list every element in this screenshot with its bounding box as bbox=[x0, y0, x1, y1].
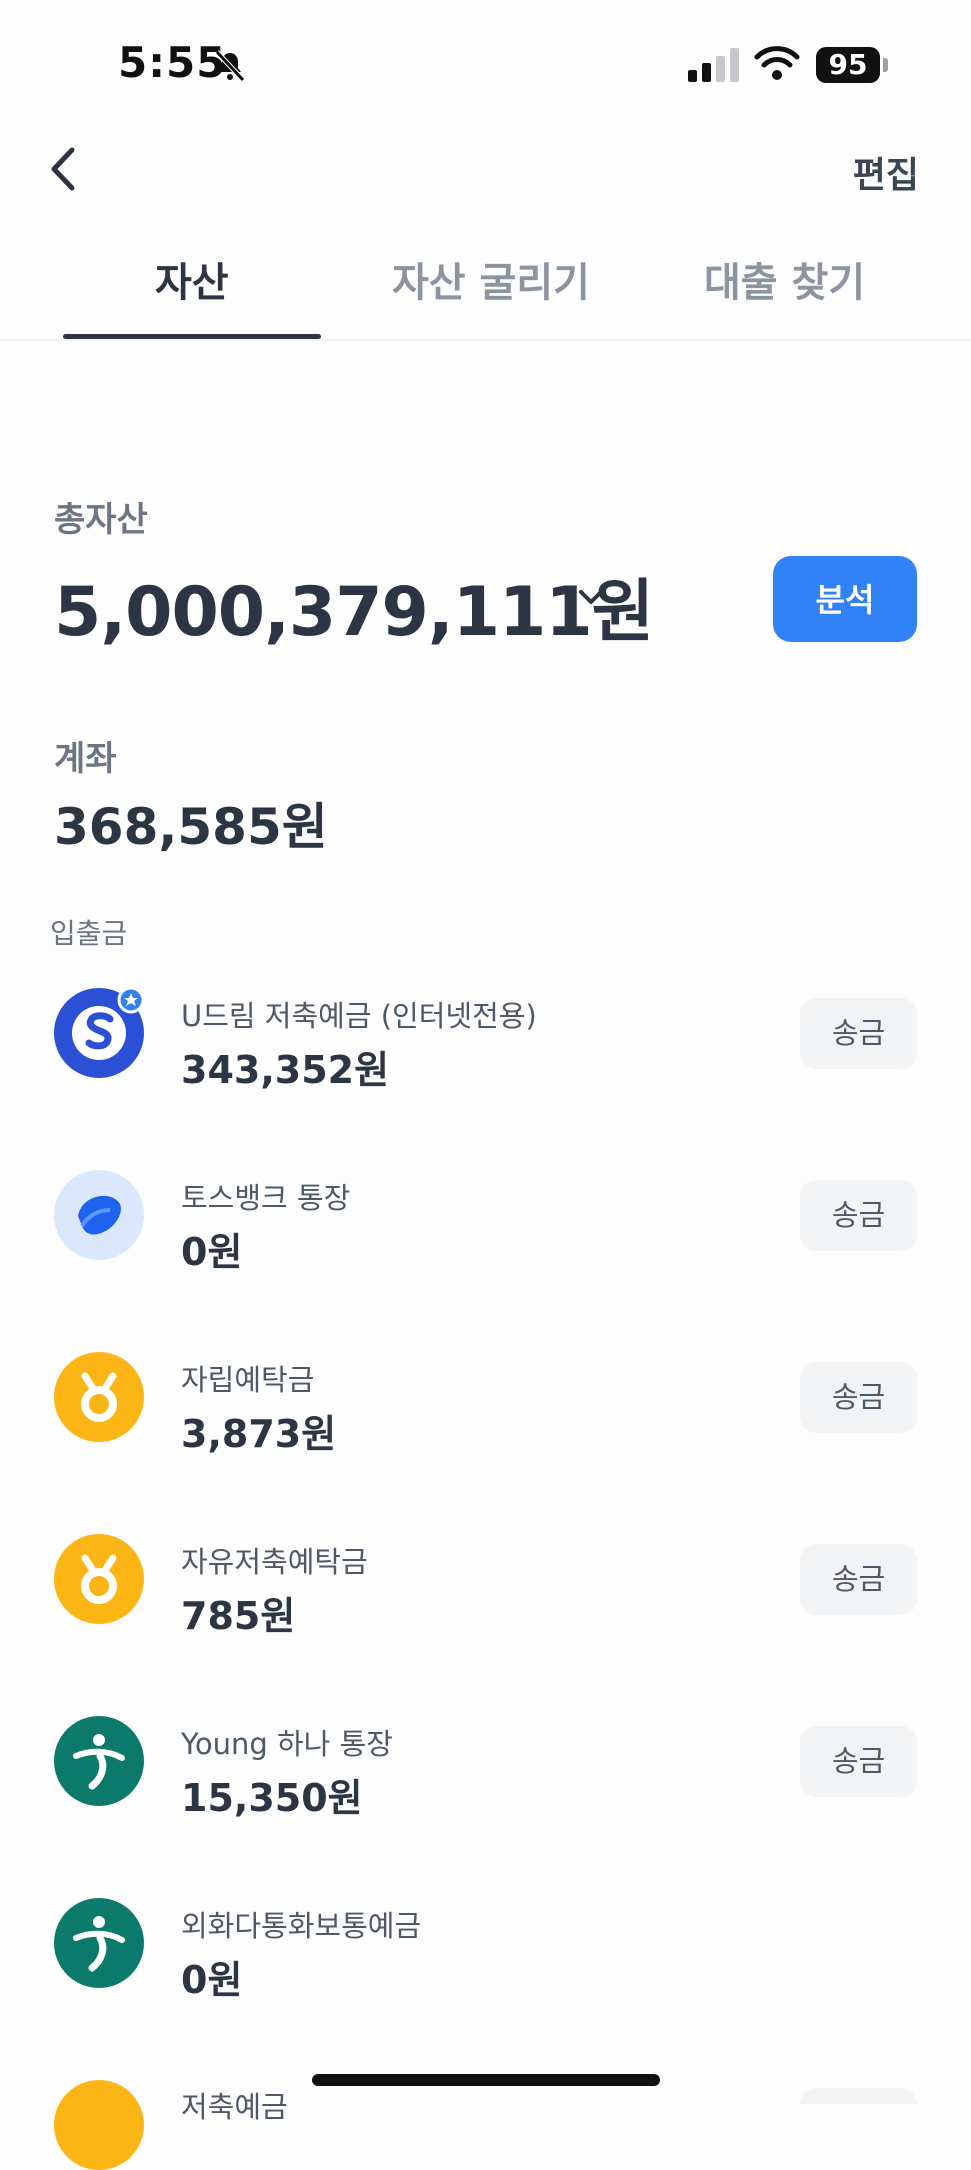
bell-muted-icon bbox=[215, 50, 245, 82]
send-button[interactable]: 송금 bbox=[800, 1544, 917, 1615]
analyze-button[interactable]: 분석 bbox=[773, 556, 917, 642]
chevron-down-icon[interactable] bbox=[574, 583, 608, 611]
account-name: 저축예금 bbox=[181, 2090, 288, 2124]
total-assets-label: 총자산 bbox=[54, 500, 148, 540]
account-amount: 0원 bbox=[181, 1958, 243, 2002]
wifi-icon bbox=[754, 46, 800, 80]
account-name: 외화다통화보통예금 bbox=[181, 1909, 422, 1943]
account-name: U드림 저축예금 (인터넷전용) bbox=[181, 999, 537, 1033]
total-assets-amount[interactable]: 5,000,379,111원 bbox=[54, 556, 654, 655]
edit-button[interactable]: 편집 bbox=[853, 146, 919, 198]
hana-bank-logo-icon bbox=[54, 1898, 144, 1988]
mg-savings-logo-icon bbox=[54, 1352, 144, 1442]
send-button[interactable]: 송금 bbox=[800, 998, 917, 1069]
battery-level: 95 bbox=[816, 47, 880, 83]
account-amount: 15,350원 bbox=[181, 1776, 363, 1820]
account-name: 자유저축예탁금 bbox=[181, 1545, 368, 1579]
home-indicator bbox=[312, 2074, 660, 2086]
tab-find-loan[interactable]: 대출 찾기 bbox=[704, 250, 865, 308]
toss-bank-logo-icon bbox=[54, 1170, 144, 1260]
account-name: Young 하나 통장 bbox=[181, 1727, 393, 1761]
section-deposit-withdrawal: 입출금 bbox=[50, 917, 128, 950]
battery-indicator: 95 bbox=[816, 47, 888, 85]
account-amount: 3,873원 bbox=[181, 1412, 337, 1456]
tab-grow-assets[interactable]: 자산 굴리기 bbox=[392, 250, 590, 308]
account-amount: 343,352원 bbox=[181, 1048, 390, 1092]
tab-divider bbox=[0, 339, 971, 341]
accounts-label: 계좌 bbox=[54, 739, 117, 779]
shinhan-bank-logo-icon bbox=[54, 986, 145, 1078]
hana-bank-logo-icon bbox=[54, 1716, 144, 1806]
back-chevron-icon[interactable] bbox=[44, 144, 84, 194]
send-button[interactable]: 송금 bbox=[800, 1726, 917, 1797]
mg-savings-logo-icon bbox=[54, 1534, 144, 1624]
cellular-signal-icon bbox=[688, 48, 739, 82]
account-name: 자립예탁금 bbox=[181, 1363, 315, 1397]
account-amount: 0원 bbox=[181, 1230, 243, 1274]
battery-nub bbox=[883, 58, 888, 72]
tab-assets[interactable]: 자산 bbox=[155, 250, 229, 308]
mg-savings-logo-icon bbox=[54, 2080, 144, 2170]
send-button-partial[interactable] bbox=[800, 2088, 917, 2104]
account-amount: 785원 bbox=[181, 1594, 296, 1638]
accounts-amount: 368,585원 bbox=[54, 798, 328, 856]
send-button[interactable]: 송금 bbox=[800, 1362, 917, 1433]
account-name: 토스뱅크 통장 bbox=[181, 1181, 351, 1215]
status-time: 5:55 bbox=[118, 38, 227, 87]
send-button[interactable]: 송금 bbox=[800, 1180, 917, 1251]
